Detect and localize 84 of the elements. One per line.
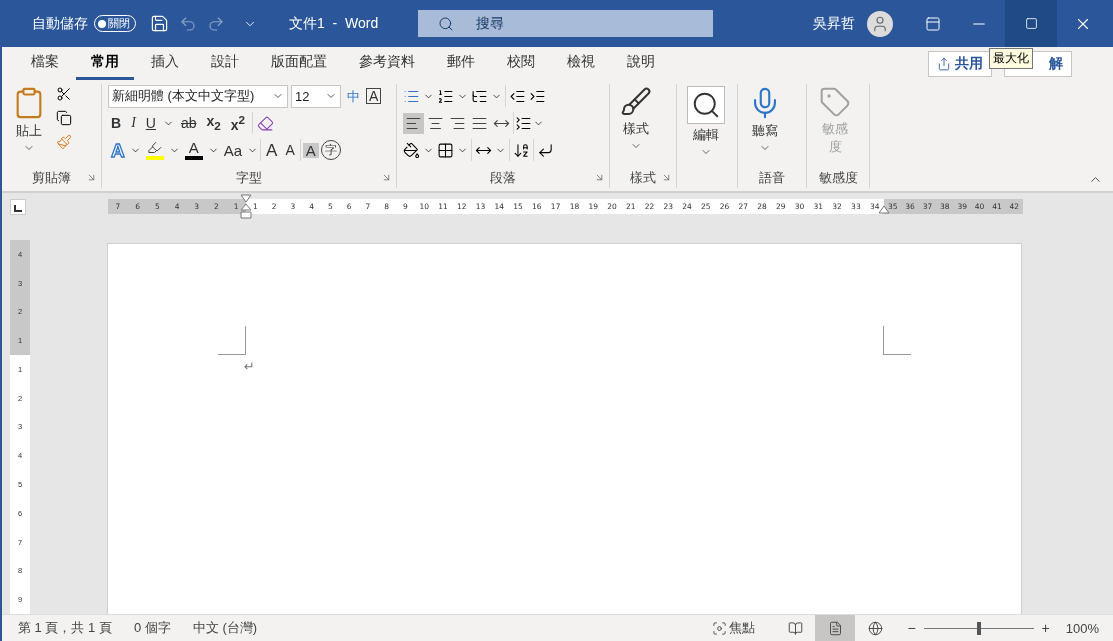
zoom-thumb[interactable] bbox=[976, 621, 981, 635]
search-field[interactable]: 搜尋 bbox=[418, 10, 714, 37]
print-view-icon[interactable] bbox=[827, 620, 843, 636]
character-border-button[interactable]: A bbox=[366, 88, 382, 104]
copy-icon[interactable] bbox=[56, 110, 72, 126]
character-shading-button[interactable]: A bbox=[302, 142, 319, 158]
tooltip: 最大化 bbox=[989, 48, 1033, 69]
language-indicator[interactable]: 中文 (台灣) bbox=[192, 619, 258, 637]
ribbon-tab[interactable]: 檔案 bbox=[16, 47, 74, 80]
read-view-icon[interactable] bbox=[787, 620, 803, 636]
font-size: 12 bbox=[295, 88, 310, 104]
word-count[interactable]: 0 個字 bbox=[133, 619, 171, 637]
grow-font-button[interactable]: A bbox=[263, 141, 281, 159]
ribbon-tab[interactable]: 檢視 bbox=[552, 47, 610, 80]
show-marks-icon[interactable] bbox=[537, 141, 554, 159]
margin-corner-mark bbox=[218, 326, 246, 355]
share-icon[interactable] bbox=[937, 56, 951, 71]
tab-stop-selector[interactable] bbox=[10, 198, 26, 215]
dialog-launcher-icon[interactable] bbox=[661, 172, 672, 183]
indent-marker-icon[interactable] bbox=[240, 194, 252, 220]
bold-button[interactable]: B bbox=[108, 116, 125, 130]
ribbon-tab[interactable]: 校閱 bbox=[492, 47, 550, 80]
zoom-level[interactable]: 100% bbox=[1065, 620, 1099, 636]
styles-button[interactable]: 樣式 bbox=[616, 84, 656, 154]
dialog-launcher-icon[interactable] bbox=[594, 172, 605, 183]
view-button[interactable] bbox=[815, 615, 856, 641]
font-name: 新細明體 (本文中文字型) bbox=[112, 87, 255, 105]
italic-button[interactable]: I bbox=[128, 116, 139, 130]
cut-icon[interactable] bbox=[56, 86, 72, 102]
brush-icon[interactable] bbox=[620, 86, 652, 118]
share-button[interactable]: 共用 bbox=[928, 50, 992, 77]
borders-icon[interactable] bbox=[437, 141, 454, 159]
shading-icon[interactable] bbox=[403, 141, 420, 159]
underline-button[interactable]: U bbox=[142, 116, 159, 130]
clear-formatting-icon[interactable] bbox=[257, 114, 275, 132]
search-icon bbox=[438, 15, 455, 32]
group-label: 字型 bbox=[236, 169, 262, 187]
ribbon-tab[interactable]: 插入 bbox=[136, 47, 194, 80]
zoom-in-button[interactable]: + bbox=[1039, 620, 1052, 636]
dialog-launcher-icon[interactable] bbox=[86, 172, 97, 183]
save-icon[interactable] bbox=[150, 14, 169, 33]
autosave-label: 自動儲存 bbox=[32, 14, 88, 33]
group-label: 段落 bbox=[490, 169, 516, 187]
search-icon[interactable] bbox=[687, 86, 725, 124]
focus-icon[interactable] bbox=[712, 620, 728, 636]
window-title: 文件1 - Word bbox=[289, 14, 379, 33]
group-label: 語音 bbox=[759, 169, 785, 187]
ribbon-tab[interactable]: 郵件 bbox=[432, 47, 490, 80]
phonetic-guide-button[interactable]: 中 bbox=[344, 89, 363, 103]
shrink-font-button[interactable]: A bbox=[282, 143, 298, 157]
group-label: 敏感度 bbox=[818, 169, 858, 187]
sort-icon[interactable] bbox=[513, 141, 530, 159]
font-color-button[interactable]: A bbox=[181, 140, 206, 160]
ribbon-tab[interactable]: 設計 bbox=[196, 47, 254, 80]
font-name-field[interactable]: 新細明體 (本文中文字型) bbox=[108, 84, 288, 108]
dialog-launcher-icon[interactable] bbox=[381, 172, 392, 183]
paste-button[interactable]: 貼上 bbox=[8, 84, 50, 156]
line-spacing-icon[interactable] bbox=[515, 114, 532, 132]
numbering-icon[interactable] bbox=[437, 87, 454, 105]
document-page[interactable]: ↵ bbox=[107, 243, 1022, 614]
zoom-out-button[interactable]: − bbox=[905, 620, 918, 636]
dictate-button[interactable]: 聽寫 bbox=[744, 84, 786, 156]
web-view-icon[interactable] bbox=[867, 620, 883, 636]
editing-button[interactable]: 編輯 bbox=[683, 84, 729, 160]
margin-corner-mark bbox=[883, 326, 911, 355]
script-button[interactable]: x$_{2}$ bbox=[203, 114, 224, 132]
strikethrough-button[interactable]: ab bbox=[177, 116, 200, 130]
group-label: 剪貼簿 bbox=[32, 169, 71, 187]
ribbon-display-icon[interactable] bbox=[925, 15, 942, 32]
ribbon-tab[interactable]: 參考資料 bbox=[344, 47, 430, 80]
paragraph-mark: ↵ bbox=[244, 359, 255, 374]
user-name: 吳昇哲 bbox=[813, 14, 856, 33]
change-case-button[interactable]: Aa bbox=[220, 142, 246, 158]
right-indent-marker-icon[interactable] bbox=[878, 205, 890, 214]
ribbon-tab[interactable]: 版面配置 bbox=[256, 47, 342, 80]
page-count[interactable]: 第 1 頁，共 1 頁 bbox=[18, 619, 112, 637]
highlighter-icon[interactable] bbox=[147, 140, 163, 155]
maximize-icon[interactable] bbox=[1024, 17, 1038, 30]
font-size-field[interactable]: 12 bbox=[291, 84, 341, 108]
group-label: 樣式 bbox=[630, 169, 656, 187]
focus-button[interactable]: 焦點 bbox=[706, 618, 762, 638]
script-button[interactable]: x$^{2}$ bbox=[227, 114, 249, 132]
format-painter-icon[interactable] bbox=[56, 134, 72, 150]
ribbon-tab[interactable]: 說明 bbox=[612, 47, 670, 80]
